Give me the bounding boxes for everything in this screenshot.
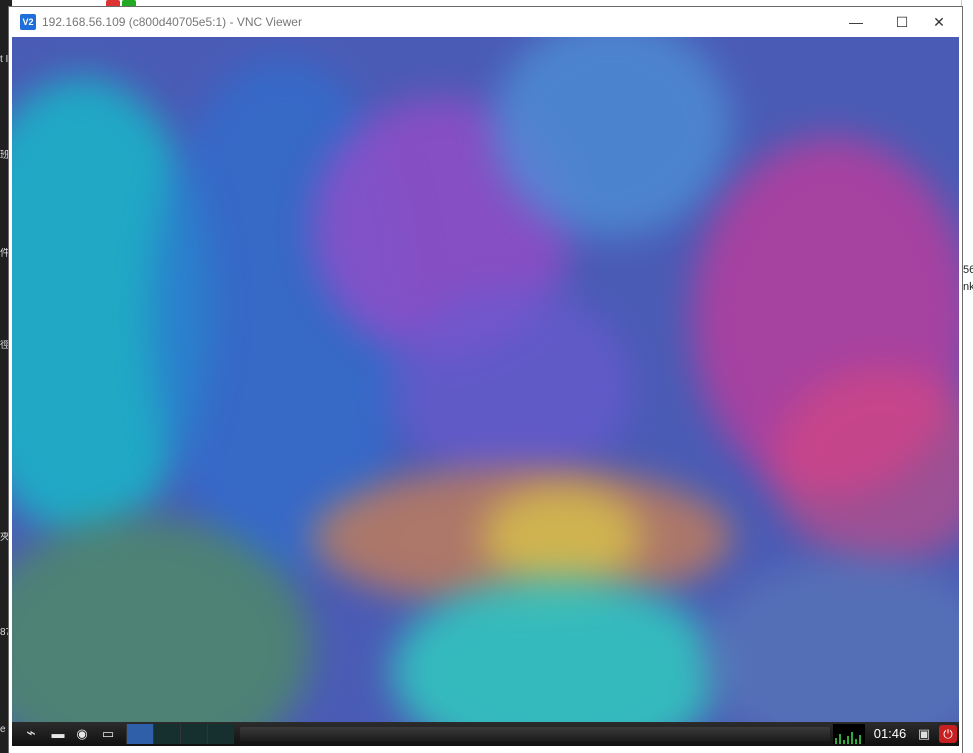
maximize-icon: ☐ — [895, 13, 909, 30]
window-titlebar[interactable]: V2 192.168.56.109 (c800d40705e5:1) - VNC… — [9, 7, 962, 37]
lxde-logo-icon[interactable]: ⌁ — [16, 724, 46, 744]
clock[interactable]: 01:46 — [869, 724, 911, 744]
remote-desktop-wallpaper[interactable] — [12, 37, 959, 722]
desktop-1-button[interactable] — [126, 724, 153, 744]
remote-taskbar: ⌁ ▬ ◉ ▭ 01:46 ▣ ⏻ — [12, 722, 959, 746]
desktop-2-button[interactable] — [153, 724, 180, 744]
show-desktop-icon[interactable]: ▭ — [98, 724, 118, 744]
monitor-icon[interactable]: ▣ — [915, 724, 933, 744]
close-icon: ✕ — [933, 13, 945, 30]
host-fragment: nk — [963, 281, 973, 293]
window-title: 192.168.56.109 (c800d40705e5:1) - VNC Vi… — [42, 15, 302, 29]
desktop-4-button[interactable] — [207, 724, 234, 744]
cpu-monitor-graph — [833, 724, 865, 744]
vnc-viewer-window: V2 192.168.56.109 (c800d40705e5:1) - VNC… — [9, 7, 962, 753]
browser-globe-icon[interactable]: ◉ — [72, 724, 92, 744]
file-manager-icon[interactable]: ▬ — [48, 724, 68, 744]
task-list-area[interactable] — [240, 727, 830, 741]
power-icon[interactable]: ⏻ — [939, 725, 957, 743]
minimize-icon: — — [849, 14, 863, 30]
host-fragment: 56 — [963, 264, 973, 276]
close-button[interactable]: ✕ — [916, 7, 962, 37]
desktop-3-button[interactable] — [180, 724, 207, 744]
vnc-app-icon[interactable]: V2 — [20, 14, 36, 30]
host-right-window-strip: 56 nk — [961, 0, 973, 753]
minimize-button[interactable]: — — [833, 7, 879, 37]
